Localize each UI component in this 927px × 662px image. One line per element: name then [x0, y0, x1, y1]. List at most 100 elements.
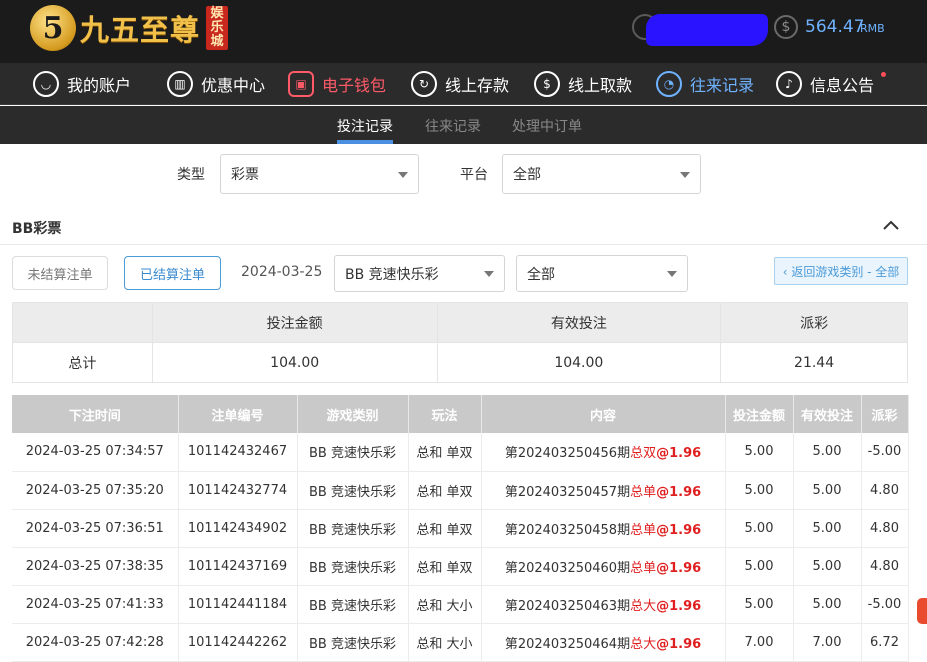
content-pick: 总单: [630, 560, 657, 576]
date-display[interactable]: 2024-03-25: [241, 264, 322, 280]
nav-label: 信息公告: [810, 76, 875, 95]
withdraw-icon: $: [534, 71, 560, 97]
content-period: 第202403250457期: [504, 484, 631, 500]
notification-dot: [881, 72, 886, 77]
content-odds: @1.96: [656, 598, 702, 614]
content-pick: 总双: [630, 446, 657, 462]
user-icon: ◡: [33, 71, 59, 97]
cell-bet-amount: 5.00: [725, 471, 794, 510]
tab-pending-orders[interactable]: 处理中订单: [512, 116, 582, 136]
content-odds: @1.96: [656, 446, 702, 462]
records-icon: ◔: [656, 71, 682, 97]
nav-label: 电子钱包: [322, 76, 387, 95]
cell-payout: 4.80: [861, 509, 909, 548]
nav-online-withdraw[interactable]: $ 线上取款: [534, 70, 632, 98]
cell-valid-bet: 5.00: [793, 433, 862, 472]
cell-content: 第202403250464期总大@1.96: [481, 623, 726, 662]
column-header: 派彩: [861, 395, 909, 433]
settled-tab[interactable]: 已结算注单: [124, 256, 221, 290]
platform-select[interactable]: 全部: [502, 154, 701, 194]
content-pick: 总大: [630, 598, 657, 614]
nav-label: 优惠中心: [201, 76, 266, 95]
cell-bet-time: 2024-03-25 07:36:51: [12, 509, 179, 548]
cell-content: 第202403250460期总单@1.96: [481, 547, 726, 586]
cell-valid-bet: 5.00: [793, 471, 862, 510]
type-label: 类型: [177, 167, 205, 183]
summary-header: 派彩: [720, 302, 908, 343]
column-header: 玩法: [408, 395, 482, 433]
cell-bet-amount: 5.00: [725, 547, 794, 586]
section-title: BB彩票: [12, 221, 62, 237]
nav-my-account[interactable]: ◡ 我的账户: [33, 70, 131, 98]
cell-game: BB 竞速快乐彩: [297, 471, 409, 510]
type-select-value: 彩票: [231, 167, 259, 183]
site-logo[interactable]: 5 九五至尊 娱 乐 城: [30, 3, 229, 53]
wallet-icon: ▣: [288, 71, 314, 97]
summary-header: 投注金额: [151, 302, 438, 343]
tab-transaction-records[interactable]: 往来记录: [425, 116, 481, 136]
cell-valid-bet: 5.00: [793, 547, 862, 586]
cell-order-id: 101142442262: [178, 623, 298, 662]
logo-badge: 5: [30, 5, 76, 51]
type-select[interactable]: 彩票: [220, 154, 419, 194]
table-row: 2024-03-25 07:41:33 101142441184 BB 竞速快乐彩总…: [12, 585, 909, 624]
cell-play: 总和 单双: [408, 509, 482, 548]
balance-amount: 564.47: [805, 17, 865, 37]
content-period: 第202403250458期: [504, 522, 631, 538]
table-row: 2024-03-25 07:38:35 101142437169 BB 竞速快乐彩总…: [12, 547, 909, 586]
cell-content: 第202403250463期总大@1.96: [481, 585, 726, 624]
nav-promotions[interactable]: ▥ 优惠中心: [167, 70, 265, 98]
chevron-down-icon: [667, 271, 677, 277]
option-select[interactable]: 全部: [516, 255, 688, 292]
content-period: 第202403250464期: [504, 636, 631, 652]
cell-payout: -5.00: [861, 585, 909, 624]
nav-e-wallet[interactable]: ▣ 电子钱包: [288, 70, 386, 98]
cell-play: 总和 大小: [408, 585, 482, 624]
chevron-down-icon: [484, 271, 494, 277]
tab-bet-records[interactable]: 投注记录: [337, 116, 393, 136]
nav-label: 线上存款: [445, 76, 510, 95]
cell-bet-amount: 5.00: [725, 509, 794, 548]
cell-play: 总和 单双: [408, 547, 482, 586]
column-header: 下注时间: [12, 395, 179, 433]
column-header: 有效投注: [793, 395, 862, 433]
nav-transaction-records[interactable]: ◔ 往来记录: [656, 70, 754, 98]
content-odds: @1.96: [656, 484, 702, 500]
cell-order-id: 101142441184: [178, 585, 298, 624]
cell-bet-amount: 7.00: [725, 623, 794, 662]
table-row: 2024-03-25 07:36:51 101142434902 BB 竞速快乐彩总…: [12, 509, 909, 548]
column-header: 游戏类别: [297, 395, 409, 433]
unsettled-tab[interactable]: 未结算注单: [12, 256, 108, 290]
content-pick: 总单: [630, 522, 657, 538]
summary-total-label: 总计: [12, 342, 153, 383]
cell-order-id: 101142432467: [178, 433, 298, 472]
game-select[interactable]: BB 竞速快乐彩: [334, 255, 505, 292]
nav-announcements[interactable]: ♪ 信息公告: [776, 70, 874, 98]
deposit-icon: ↻: [411, 71, 437, 97]
bell-icon: ♪: [776, 71, 802, 97]
content-period: 第202403250456期: [504, 446, 631, 462]
summary-payout: 21.44: [720, 342, 908, 383]
table-row: 2024-03-25 07:34:57 101142432467 BB 竞速快乐彩总…: [12, 433, 909, 472]
user-area: $ 564.47 RMB: [632, 12, 885, 46]
chevron-up-icon[interactable]: [882, 218, 900, 232]
cell-play: 总和 单双: [408, 471, 482, 510]
summary-header: 有效投注: [436, 302, 722, 343]
nav-online-deposit[interactable]: ↻ 线上存款: [411, 70, 509, 98]
cell-content: 第202403250456期总双@1.96: [481, 433, 726, 472]
cell-valid-bet: 5.00: [793, 585, 862, 624]
table-header-row: 下注时间 注单编号 游戏类别 玩法 内容 投注金额 有效投注 派彩: [12, 395, 909, 433]
cell-game: BB 竞速快乐彩: [297, 433, 409, 472]
content-period: 第202403250463期: [504, 598, 631, 614]
bet-records-table: 下注时间 注单编号 游戏类别 玩法 内容 投注金额 有效投注 派彩 2024-0…: [12, 395, 909, 662]
cell-play: 总和 大小: [408, 623, 482, 662]
active-tab-indicator: [337, 140, 393, 144]
floating-side-tab[interactable]: [917, 598, 927, 624]
platform-label: 平台: [460, 167, 488, 183]
main-nav: ◡ 我的账户 ▥ 优惠中心 ▣ 电子钱包 ↻ 线上存款 $ 线上取款 ◔ 往来记…: [0, 63, 927, 105]
content-pick: 总大: [630, 636, 657, 652]
cell-game: BB 竞速快乐彩: [297, 585, 409, 624]
option-select-value: 全部: [527, 266, 555, 283]
back-to-game-categories-button[interactable]: ‹ 返回游戏类别 - 全部: [774, 257, 908, 285]
cell-order-id: 101142432774: [178, 471, 298, 510]
